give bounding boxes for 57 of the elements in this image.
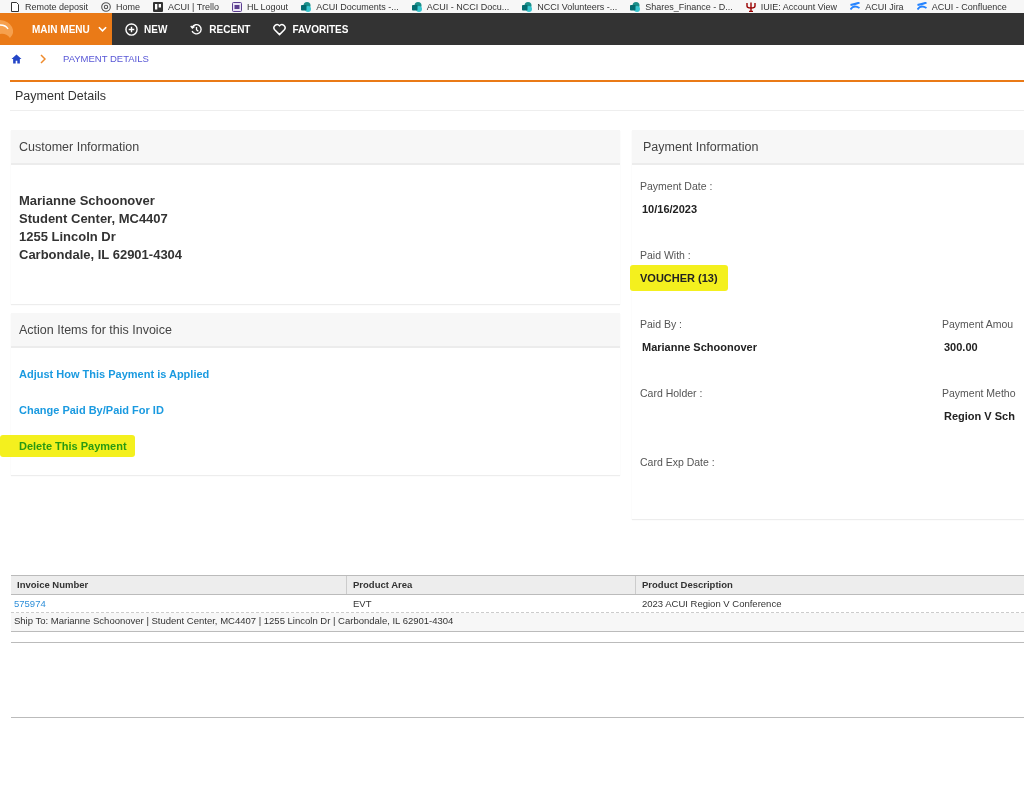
- caret-icon: [97, 26, 107, 32]
- panel-title: Payment Information: [643, 139, 759, 154]
- app-icon: [231, 1, 242, 12]
- bookmark-link[interactable]: Remote deposit: [10, 0, 89, 13]
- bookmark-link[interactable]: ACUI - NCCI Docu...: [411, 0, 510, 13]
- field-label: Paid With :: [640, 248, 692, 262]
- new-button[interactable]: NEW: [115, 13, 178, 45]
- field-value: 10/16/2023: [642, 202, 698, 216]
- bookmark-link[interactable]: ACUI - Confluence: [916, 0, 1007, 13]
- chevron-icon: [40, 53, 46, 64]
- table-cell: EVT: [353, 598, 372, 609]
- bookmark-link[interactable]: IUIE: Account View: [745, 0, 838, 13]
- recent-button[interactable]: RECENT: [180, 13, 261, 45]
- field-label: Payment Metho: [942, 386, 1017, 400]
- history-icon: [190, 22, 204, 36]
- favorites-button[interactable]: FAVORITES: [263, 13, 359, 45]
- heart-icon: [273, 22, 287, 36]
- column-header: Product Description: [641, 578, 734, 592]
- address-line: Carbondale, IL 62901-4304: [19, 246, 184, 264]
- bookmark-link[interactable]: HL Logout: [231, 0, 289, 13]
- column-header: Product Area: [347, 576, 636, 594]
- wave-icon: [916, 1, 927, 12]
- address-line: Marianne Schoonover: [19, 192, 156, 210]
- field-label: Payment Amou: [942, 317, 1015, 331]
- panel-title: Action Items for this Invoice: [19, 322, 172, 337]
- circles-icon: [411, 1, 422, 12]
- ship-to-text: Ship To: Marianne Schoonover | Student Center, MC4407 | 1255 Lincoln Dr | Carbondale, IL 62901-4304: [14, 615, 454, 626]
- field-value: Marianne Schoonover: [642, 340, 757, 354]
- plus-circle-icon: [125, 22, 138, 36]
- bookmark-link[interactable]: ACUI Jira: [850, 0, 904, 13]
- field-label: Card Holder :: [640, 386, 704, 400]
- circles-icon: [301, 1, 312, 12]
- bookmark-link[interactable]: NCCI Volunteers -...: [522, 0, 618, 13]
- field-value: 300.00: [944, 340, 978, 354]
- address-line: 1255 Lincoln Dr: [19, 228, 117, 246]
- panel-title: Customer Information: [19, 139, 140, 154]
- trident-icon: [745, 1, 756, 12]
- page-title: Payment Details: [15, 89, 106, 103]
- field-value: Region V Sch: [944, 409, 1015, 423]
- wave-icon: [850, 1, 861, 12]
- bookmark-link[interactable]: Home: [101, 0, 141, 13]
- bookmark-link[interactable]: ACUI Documents -...: [301, 0, 399, 13]
- invoice-link[interactable]: 575974: [14, 598, 46, 609]
- field-value: VOUCHER (13): [630, 265, 728, 291]
- bookmark-link[interactable]: Shares_Finance - D...: [630, 0, 733, 13]
- field-label: Card Exp Date :: [640, 455, 716, 469]
- bookmark-link[interactable]: ACUI | Trello: [153, 0, 219, 13]
- table-cell: 2023 ACUI Region V Conference: [642, 598, 782, 609]
- breadcrumb-current: PAYMENT DETAILS: [63, 53, 149, 64]
- column-header: Invoice Number: [11, 576, 347, 594]
- ring-icon: [101, 1, 112, 12]
- home-icon[interactable]: [11, 53, 22, 64]
- circles-icon: [522, 1, 533, 12]
- field-label: Payment Date :: [640, 179, 714, 193]
- circles-icon: [630, 1, 641, 12]
- field-label: Paid By :: [640, 317, 684, 331]
- address-line: Student Center, MC4407: [19, 210, 169, 228]
